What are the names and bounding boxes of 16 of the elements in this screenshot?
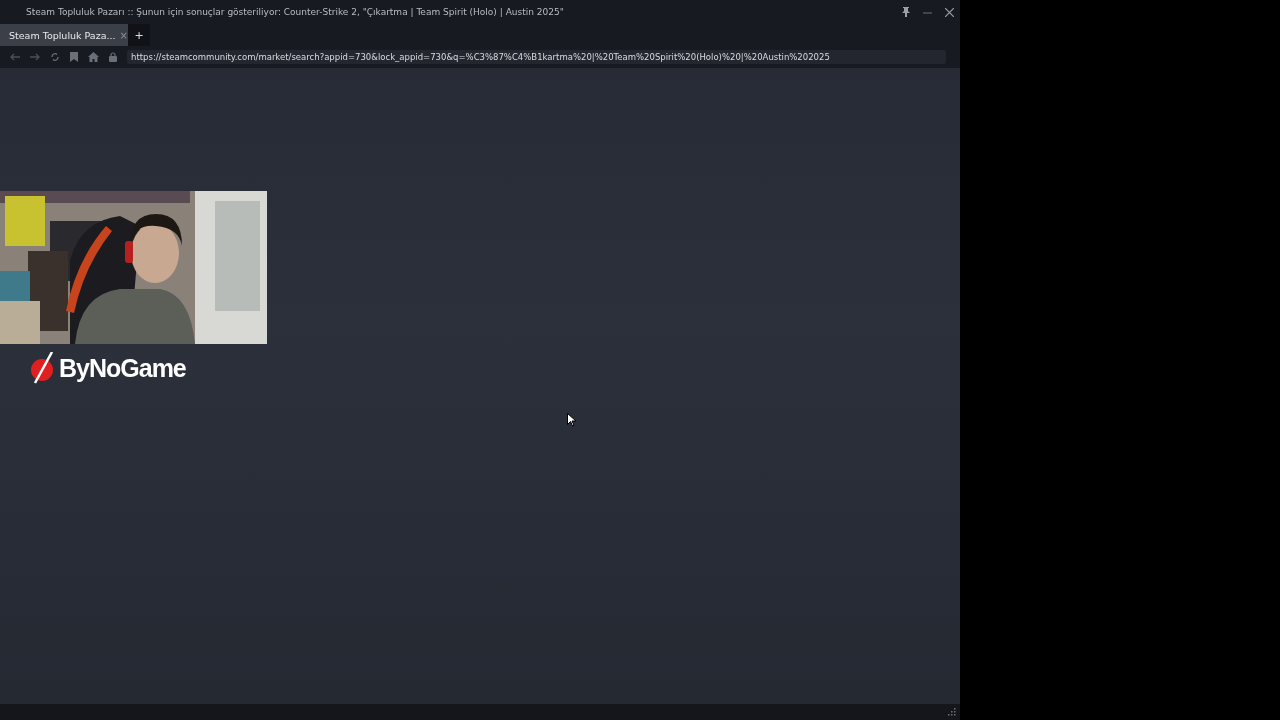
bookmark-icon[interactable] <box>70 52 78 62</box>
resize-grip-icon[interactable] <box>948 708 956 716</box>
address-bar[interactable]: https://steamcommunity.com/market/search?appid=730&lock_appid=730&q=%C3%87%C4%B1kartma%20|%20Team%20Spirit%20(Holo)%20|%20Austin%202025 <box>127 50 946 64</box>
browser-tab[interactable]: Steam Topluluk Paza... × <box>0 24 128 46</box>
reload-icon[interactable] <box>50 52 60 62</box>
forward-icon[interactable] <box>30 53 40 61</box>
logo-icon <box>30 352 56 384</box>
close-icon[interactable] <box>945 7 954 17</box>
back-icon[interactable] <box>10 53 20 61</box>
home-icon[interactable] <box>88 52 99 62</box>
lock-icon <box>109 52 117 62</box>
mouse-cursor-icon <box>567 413 576 427</box>
new-tab-button[interactable]: + <box>128 24 150 46</box>
logo-text: ByNoGame <box>59 353 186 383</box>
window-title: Steam Topluluk Pazarı :: Şunun için sonuçlar gösteriliyor: Counter-Strike 2, "Çıkartma | Team Spirit (Holo) | Austin 2025" <box>26 7 564 17</box>
pin-icon[interactable] <box>902 7 910 17</box>
